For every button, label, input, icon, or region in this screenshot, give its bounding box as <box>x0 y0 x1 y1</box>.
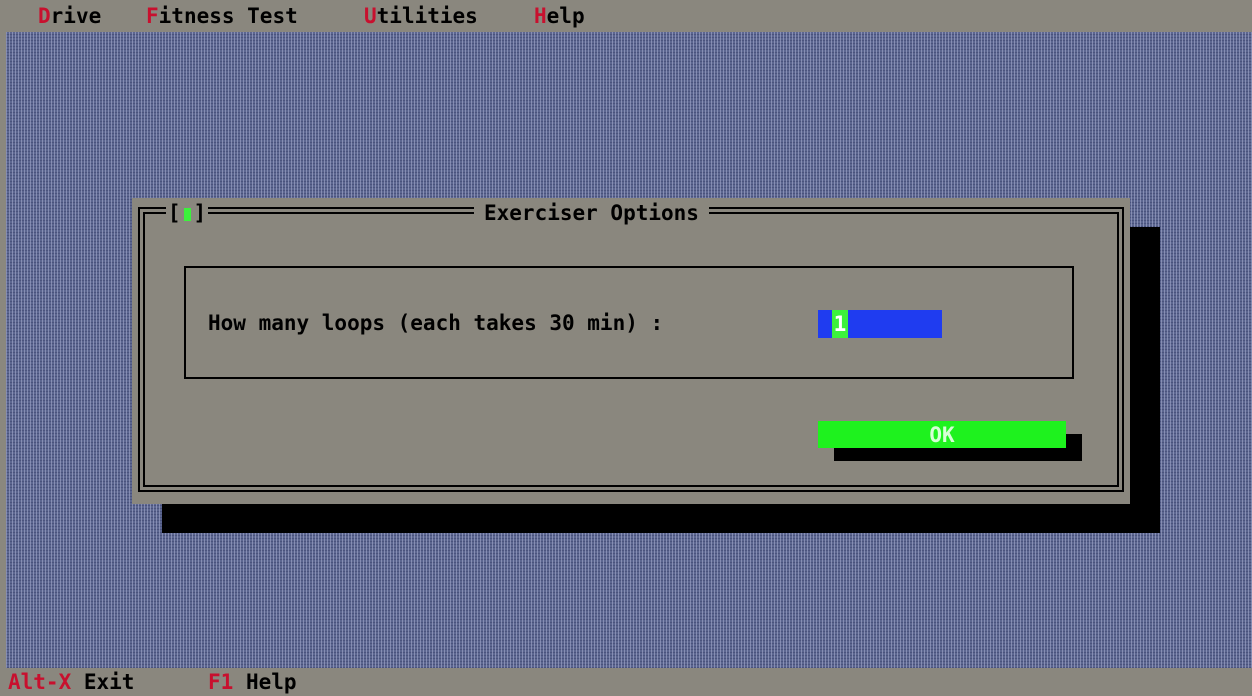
status-exit-label: Exit <box>83 670 135 694</box>
menu-drive-hotkey: D <box>38 4 51 28</box>
ok-button[interactable]: OK <box>818 421 1066 448</box>
loops-input-value: 1 <box>832 310 848 338</box>
menu-utilities-hotkey: U <box>364 4 377 28</box>
menu-fitness-test-hotkey: F <box>146 4 159 28</box>
status-bar: Alt-X Exit F1 Help <box>0 668 1252 696</box>
status-help-key: F1 <box>208 670 234 694</box>
close-bracket-right: ] <box>193 201 207 225</box>
menu-help-hotkey: H <box>534 4 547 28</box>
exerciser-options-dialog: [] Exerciser Options How many loops (eac… <box>132 198 1130 504</box>
status-exit[interactable]: Alt-X Exit <box>8 670 134 694</box>
menu-help[interactable]: Help <box>534 4 585 28</box>
menu-drive-label: rive <box>50 4 102 28</box>
dialog-title: Exerciser Options <box>474 201 709 225</box>
loops-label: How many loops (each takes 30 min) : <box>208 311 664 335</box>
menu-bar: Drive Fitness Test Utilities Help <box>0 0 1252 32</box>
menu-help-label: elp <box>546 4 585 28</box>
menu-drive[interactable]: Drive <box>38 4 101 28</box>
status-help[interactable]: F1 Help <box>208 670 297 694</box>
menu-utilities[interactable]: Utilities <box>364 4 478 28</box>
close-icon <box>183 207 191 221</box>
menu-fitness-test[interactable]: Fitness Test <box>146 4 298 28</box>
status-exit-key: Alt-X <box>8 670 72 694</box>
menu-fitness-test-label: itness Test <box>158 4 298 28</box>
loops-input[interactable]: 1 <box>818 310 942 338</box>
close-button[interactable]: [] <box>166 201 208 225</box>
status-help-label: Help <box>245 670 297 694</box>
menu-utilities-label: tilities <box>376 4 478 28</box>
close-bracket-left: [ <box>167 201 181 225</box>
input-padding <box>818 310 832 338</box>
